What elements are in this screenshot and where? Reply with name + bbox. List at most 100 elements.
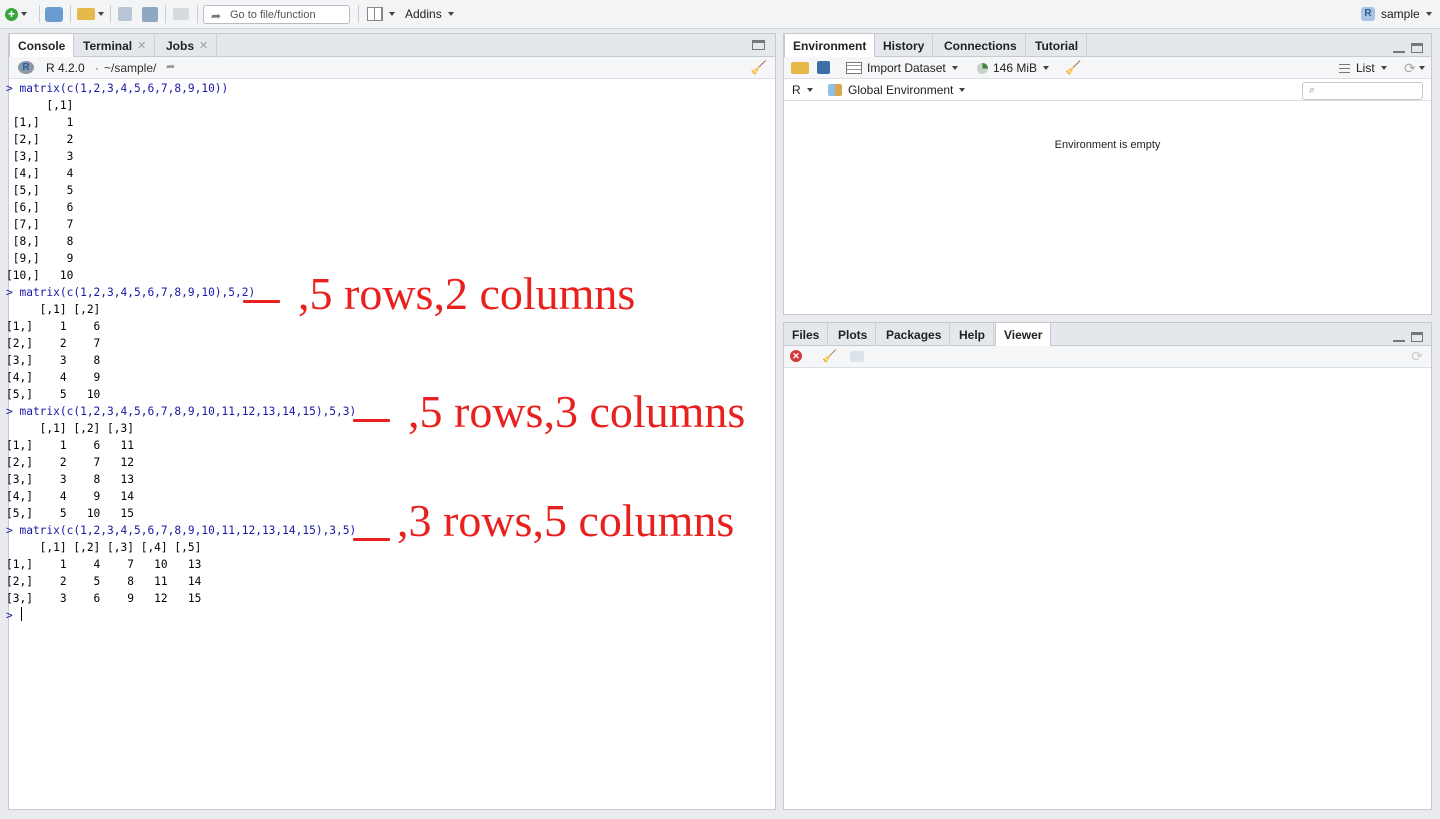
new-project-button[interactable] bbox=[45, 4, 63, 24]
console-output-line: [1,] 1 bbox=[6, 116, 74, 129]
environment-pane: Environment History Connections Tutorial… bbox=[783, 33, 1432, 315]
grid-layout-icon bbox=[367, 7, 383, 21]
console-output-line: [1,] 1 6 bbox=[6, 320, 101, 333]
clear-viewer-icon[interactable]: 🧹 bbox=[822, 349, 837, 363]
tab-label: Help bbox=[959, 327, 986, 342]
language-label: R bbox=[792, 83, 801, 97]
path-separator: · bbox=[95, 61, 99, 75]
tab-viewer[interactable]: Viewer bbox=[995, 323, 1052, 347]
restore-icon[interactable] bbox=[752, 40, 765, 50]
save-workspace-icon[interactable] bbox=[817, 61, 830, 74]
scope-label: Global Environment bbox=[848, 83, 954, 97]
maximize-icon[interactable] bbox=[1411, 332, 1423, 342]
language-menu[interactable]: R bbox=[792, 79, 813, 101]
console-tabbar: Console Terminal ✕ Jobs ✕ bbox=[9, 34, 775, 58]
new-file-button[interactable]: + bbox=[5, 4, 27, 24]
files-pane: Files Plots Packages Help Viewer ✕ 🧹 ⟳ bbox=[783, 322, 1432, 810]
search-icon: ⌕ bbox=[1309, 84, 1316, 96]
close-icon[interactable]: ✕ bbox=[199, 39, 208, 52]
console-output-line: [3,] 3 6 9 12 15 bbox=[6, 592, 202, 605]
tab-console[interactable]: Console bbox=[9, 34, 75, 58]
tab-packages[interactable]: Packages bbox=[878, 323, 951, 346]
toolbar-divider bbox=[358, 5, 359, 23]
refresh-icon: ⟳ bbox=[1404, 59, 1416, 76]
console-command-line: > matrix(c(1,2,3,4,5,6,7,8,9,10)) bbox=[6, 82, 229, 95]
annotation-underline bbox=[353, 419, 390, 422]
list-view-menu[interactable]: List bbox=[1339, 57, 1387, 79]
goto-dir-icon[interactable]: ➦ bbox=[166, 60, 175, 73]
chevron-down-icon bbox=[98, 12, 104, 16]
console-output[interactable]: > matrix(c(1,2,3,4,5,6,7,8,9,10)) [,1] [… bbox=[6, 80, 356, 624]
refresh-env-button[interactable]: ⟳ bbox=[1404, 57, 1425, 79]
annotation-text: ,5 rows,2 columns bbox=[298, 268, 636, 319]
console-command-line: > matrix(c(1,2,3,4,5,6,7,8,9,10,11,12,13… bbox=[6, 405, 357, 418]
console-subbar: R R 4.2.0 · ~/sample/ ➦ 🧹 bbox=[9, 57, 775, 79]
tab-help[interactable]: Help bbox=[951, 323, 995, 346]
console-output-line: [,1] bbox=[6, 99, 74, 112]
tab-environment[interactable]: Environment bbox=[784, 34, 876, 58]
console-output-line: [,1] [,2] [,3] [,4] [,5] bbox=[6, 541, 202, 554]
tab-label: Viewer bbox=[1004, 328, 1043, 342]
environment-icon bbox=[828, 84, 842, 96]
export-icon[interactable] bbox=[850, 351, 864, 362]
tab-label: Terminal bbox=[83, 38, 133, 53]
chevron-down-icon bbox=[1418, 66, 1425, 70]
files-window-buttons bbox=[1393, 332, 1423, 342]
project-menu[interactable]: R sample bbox=[1361, 4, 1432, 24]
stop-icon[interactable]: ✕ bbox=[790, 350, 802, 362]
console-output-line: [3,] 3 bbox=[6, 150, 74, 163]
tab-label: Files bbox=[792, 327, 820, 342]
save-button[interactable] bbox=[118, 4, 132, 24]
console-output-line: [6,] 6 bbox=[6, 201, 74, 214]
console-command-line: > matrix(c(1,2,3,4,5,6,7,8,9,10,11,12,13… bbox=[6, 524, 357, 537]
tab-label: Tutorial bbox=[1035, 38, 1079, 53]
memory-usage-button[interactable]: 146 MiB bbox=[977, 57, 1050, 79]
project-r-icon: R bbox=[1361, 7, 1375, 21]
console-output-line: [4,] 4 9 14 bbox=[6, 490, 134, 503]
import-dataset-label: Import Dataset bbox=[867, 61, 946, 75]
tab-tutorial[interactable]: Tutorial bbox=[1027, 34, 1088, 57]
tab-files[interactable]: Files bbox=[784, 323, 829, 346]
tab-history[interactable]: History bbox=[875, 34, 934, 57]
minimize-icon[interactable] bbox=[1393, 332, 1405, 342]
tab-connections[interactable]: Connections bbox=[936, 34, 1026, 57]
console-output-line: [2,] 2 bbox=[6, 133, 74, 146]
minimize-icon[interactable] bbox=[1393, 43, 1405, 53]
chevron-down-icon bbox=[1043, 66, 1050, 70]
goto-file-input[interactable]: ➦ Go to file/function bbox=[203, 5, 350, 24]
console-output-line: [8,] 8 bbox=[6, 235, 74, 248]
load-workspace-icon[interactable] bbox=[791, 62, 809, 74]
import-dataset-button[interactable]: Import Dataset bbox=[846, 57, 958, 79]
maximize-icon[interactable] bbox=[1411, 43, 1423, 53]
tab-terminal[interactable]: Terminal ✕ bbox=[75, 34, 156, 57]
goto-arrow-icon: ➦ bbox=[211, 9, 222, 23]
clear-console-icon[interactable]: 🧹 bbox=[751, 60, 767, 76]
table-icon bbox=[846, 62, 862, 74]
chevron-down-icon bbox=[447, 12, 454, 16]
new-file-icon: + bbox=[5, 7, 18, 21]
memory-label: 146 MiB bbox=[993, 61, 1038, 75]
console-output-line: [7,] 7 bbox=[6, 218, 74, 231]
chevron-down-icon bbox=[951, 66, 958, 70]
env-toolbar: Import Dataset 146 MiB 🧹 List ⟳ bbox=[784, 57, 1431, 79]
tab-label: Plots bbox=[838, 327, 868, 342]
open-file-button[interactable] bbox=[77, 4, 104, 24]
toolbar-divider bbox=[70, 5, 71, 23]
save-all-button[interactable] bbox=[142, 4, 158, 24]
tab-jobs[interactable]: Jobs ✕ bbox=[158, 34, 218, 57]
addins-menu[interactable]: Addins bbox=[405, 4, 454, 24]
close-icon[interactable]: ✕ bbox=[137, 39, 146, 52]
console-output-line: [4,] 4 bbox=[6, 167, 74, 180]
tab-plots[interactable]: Plots bbox=[830, 323, 877, 346]
console-output-line: [2,] 2 5 8 11 14 bbox=[6, 575, 202, 588]
addins-label: Addins bbox=[405, 7, 442, 21]
scope-menu[interactable]: Global Environment bbox=[828, 79, 966, 101]
layout-button[interactable] bbox=[367, 4, 395, 24]
print-button[interactable] bbox=[173, 4, 189, 24]
viewer-toolbar: ✕ 🧹 ⟳ bbox=[784, 346, 1431, 368]
console-output-line: [5,] 5 10 bbox=[6, 388, 101, 401]
env-search-input[interactable]: ⌕ bbox=[1302, 82, 1423, 100]
refresh-icon[interactable]: ⟳ bbox=[1411, 348, 1423, 365]
broom-icon[interactable]: 🧹 bbox=[1065, 60, 1081, 76]
toolbar-divider bbox=[165, 5, 166, 23]
